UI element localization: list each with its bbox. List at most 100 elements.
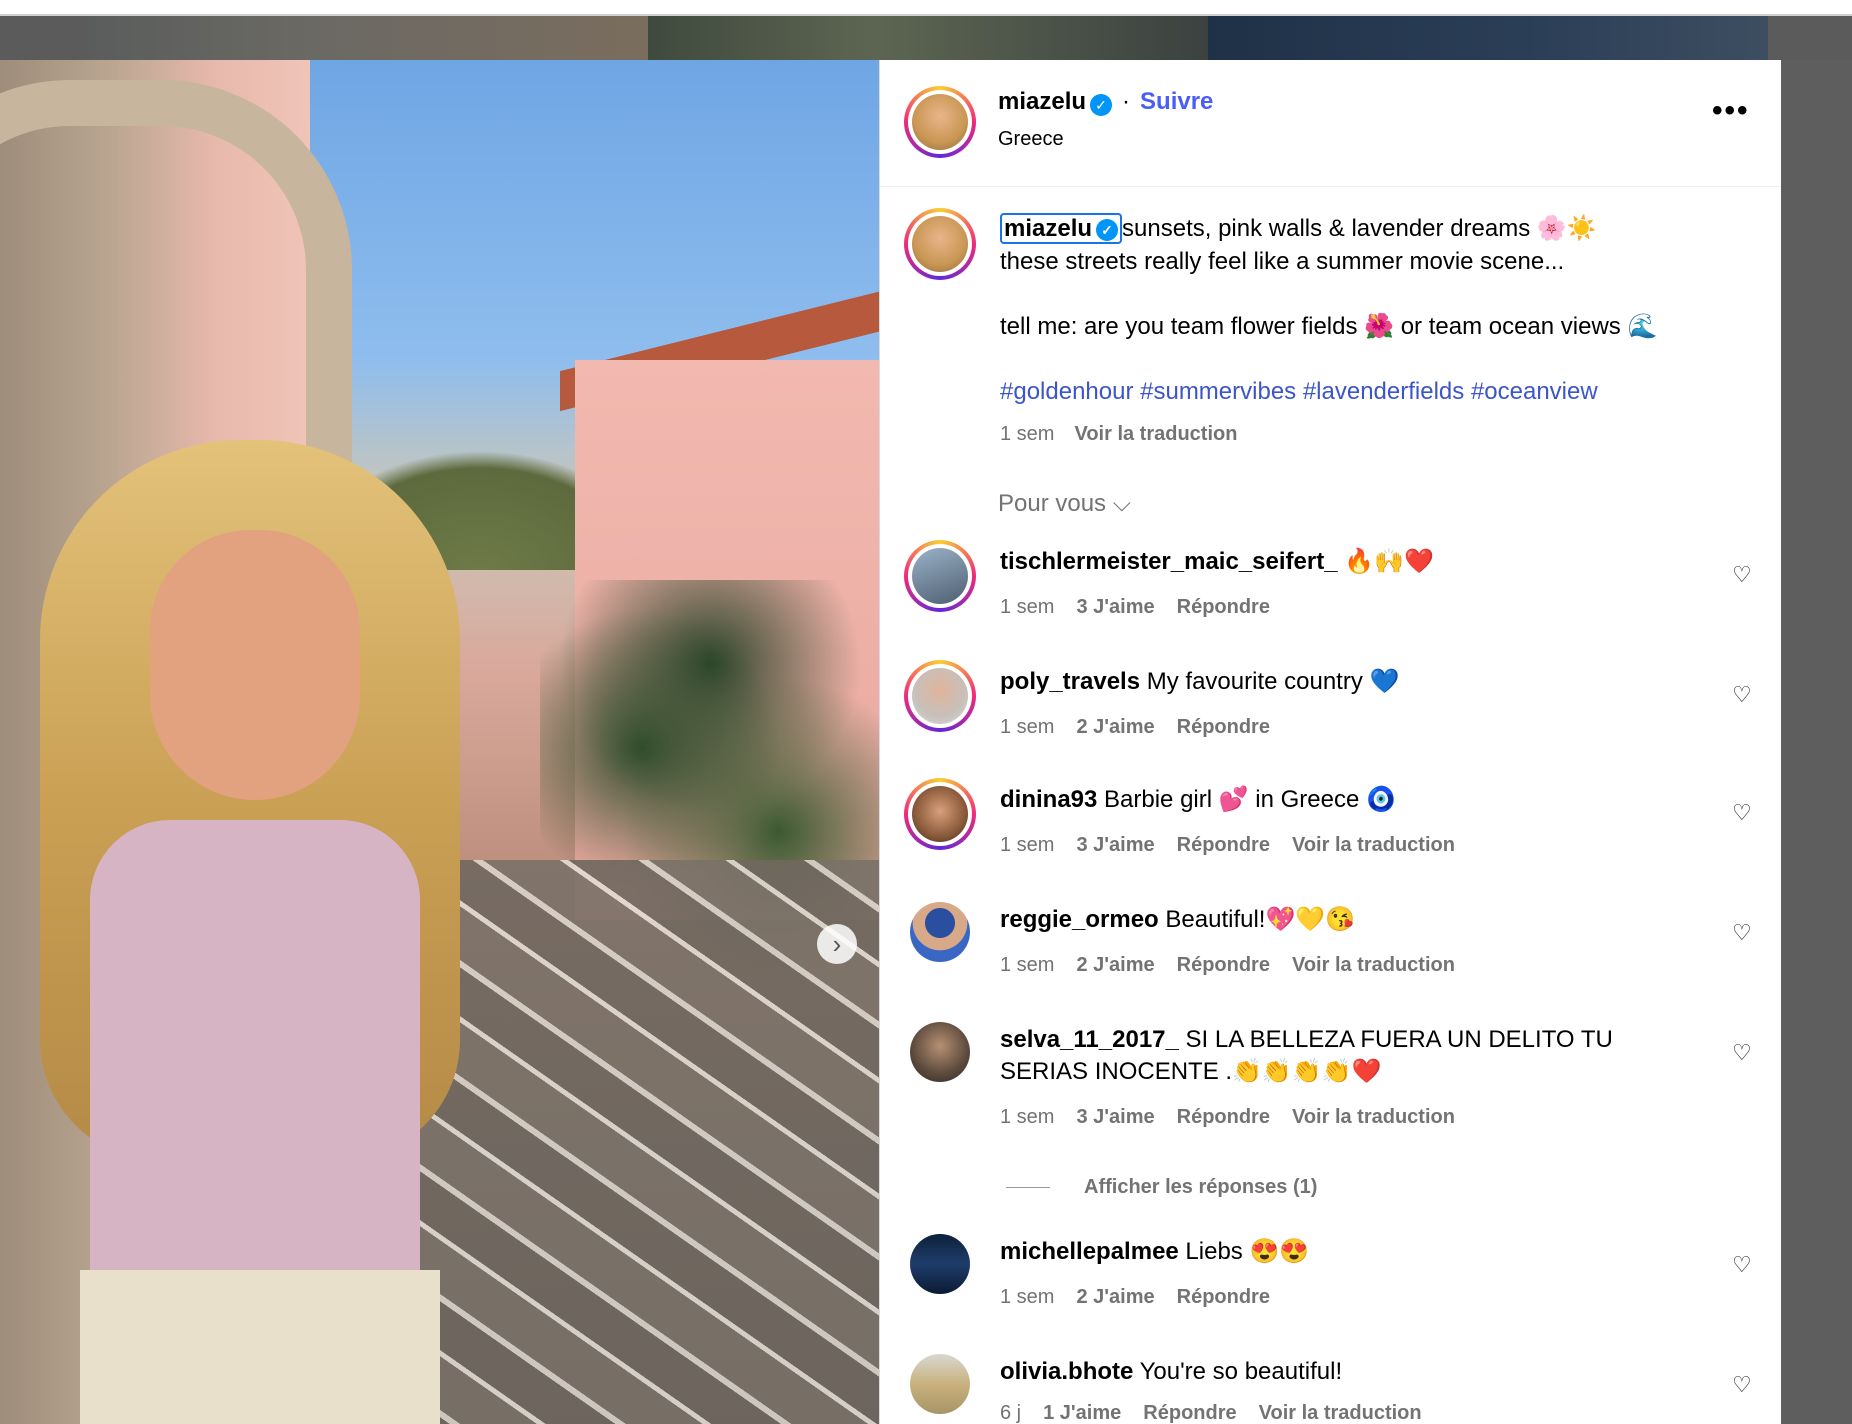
comment-username[interactable]: olivia.bhote: [1000, 1358, 1133, 1385]
comment-likes[interactable]: 3 J'aime: [1076, 596, 1154, 618]
comment-item: selva_11_2017_ SI LA BELLEZA FUERA UN DE…: [880, 1018, 1781, 1158]
like-heart-icon[interactable]: ♡: [1732, 800, 1752, 826]
comment-likes[interactable]: 2 J'aime: [1076, 716, 1154, 738]
caption-line: tell me: are you team flower fields 🌺 or…: [1000, 313, 1658, 340]
post-location[interactable]: Greece: [998, 128, 1064, 151]
caption-time[interactable]: 1 sem: [1000, 423, 1054, 445]
more-options-icon[interactable]: •••: [1712, 94, 1750, 128]
view-replies-button[interactable]: Afficher les réponses (1): [1006, 1176, 1317, 1199]
photo-top: [90, 820, 420, 1320]
post-caption: miazelu ✓ sunsets, pink walls & lavender d…: [1000, 212, 1740, 451]
comment-username[interactable]: michellepalmee: [1000, 1238, 1179, 1265]
overlay-backdrop[interactable]: [1780, 60, 1852, 1424]
like-heart-icon[interactable]: ♡: [1732, 920, 1752, 946]
comment-username[interactable]: selva_11_2017_: [1000, 1026, 1179, 1053]
translate-link[interactable]: Voir la traduction: [1074, 423, 1237, 445]
comment-meta: 1 sem 2 J'aime Répondre: [1000, 716, 1292, 739]
commenter-avatar[interactable]: [904, 540, 976, 612]
comment-likes[interactable]: 2 J'aime: [1076, 1286, 1154, 1308]
like-heart-icon[interactable]: ♡: [1732, 1252, 1752, 1278]
comment-username[interactable]: poly_travels: [1000, 668, 1140, 695]
translate-link[interactable]: Voir la traduction: [1292, 1106, 1455, 1128]
photo-skirt: [80, 1270, 440, 1424]
caption-username[interactable]: miazelu ✓: [1000, 213, 1123, 244]
reply-button[interactable]: Répondre: [1177, 954, 1270, 976]
comment-item: dinina93 Barbie girl 💕 in Greece 🧿 1 sem…: [880, 778, 1781, 878]
photo-face: [150, 530, 360, 800]
comment-item: tischlermeister_maic_seifert_ 🔥🙌❤️ 1 sem…: [880, 540, 1781, 640]
like-heart-icon[interactable]: ♡: [1732, 682, 1752, 708]
commenter-avatar[interactable]: [904, 660, 976, 732]
background-thumbnail: [648, 16, 1208, 60]
post-media[interactable]: ›: [0, 60, 879, 1424]
background-thumbnail: [88, 16, 648, 60]
caption-line: these streets really feel like a summer …: [1000, 248, 1565, 275]
reply-button[interactable]: Répondre: [1177, 1106, 1270, 1128]
commenter-avatar[interactable]: [910, 902, 970, 962]
comment-meta: 1 sem 2 J'aime Répondre Voir la traduction: [1000, 954, 1477, 977]
reply-button[interactable]: Répondre: [1177, 596, 1270, 618]
commenter-avatar[interactable]: [904, 778, 976, 850]
comment-username[interactable]: dinina93: [1000, 786, 1097, 813]
chevron-right-icon: ›: [832, 928, 842, 959]
caption-avatar[interactable]: [904, 208, 976, 280]
comments-panel: miazelu ✓ · Suivre Greece ••• miazelu ✓ sunse…: [879, 60, 1781, 1424]
translate-link[interactable]: Voir la traduction: [1292, 954, 1455, 976]
commenter-avatar[interactable]: [910, 1022, 970, 1082]
translate-link[interactable]: Voir la traduction: [1259, 1402, 1422, 1424]
reply-button[interactable]: Répondre: [1177, 716, 1270, 738]
caption-hashtags[interactable]: #goldenhour #summervibes #lavenderfields…: [1000, 375, 1740, 408]
commenter-avatar[interactable]: [910, 1234, 970, 1294]
comment-time[interactable]: 1 sem: [1000, 1286, 1054, 1308]
comment-text: selva_11_2017_ SI LA BELLEZA FUERA UN DE…: [1000, 1026, 1613, 1085]
comment-sort-dropdown[interactable]: Pour vous ⌵: [998, 490, 1131, 518]
like-heart-icon[interactable]: ♡: [1732, 1372, 1752, 1398]
comment-username[interactable]: reggie_ormeo: [1000, 906, 1159, 933]
comment-likes[interactable]: 2 J'aime: [1076, 954, 1154, 976]
reply-button[interactable]: Répondre: [1177, 834, 1270, 856]
next-slide-button[interactable]: ›: [817, 924, 857, 964]
browser-top-strip: [0, 0, 1852, 16]
comment-text: olivia.bhote You're so beautiful!: [1000, 1358, 1343, 1385]
post-header: miazelu ✓ · Suivre Greece •••: [880, 60, 1781, 187]
like-heart-icon[interactable]: ♡: [1732, 1040, 1752, 1066]
comment-time[interactable]: 6 j: [1000, 1402, 1021, 1424]
background-thumbnail: [1208, 16, 1768, 60]
comment-meta: 1 sem 3 J'aime Répondre: [1000, 596, 1292, 619]
separator-dot: ·: [1122, 88, 1131, 115]
comment-text: dinina93 Barbie girl 💕 in Greece 🧿: [1000, 786, 1396, 813]
comment-item: reggie_ormeo Beautiful!💖💛😘 1 sem 2 J'aime…: [880, 898, 1781, 998]
verified-badge-icon: ✓: [1090, 93, 1113, 116]
comment-meta: 1 sem 3 J'aime Répondre Voir la traduction: [1000, 1106, 1477, 1129]
comment-likes[interactable]: 3 J'aime: [1076, 1106, 1154, 1128]
author-avatar[interactable]: [904, 86, 976, 158]
like-heart-icon[interactable]: ♡: [1732, 562, 1752, 588]
comment-text: reggie_ormeo Beautiful!💖💛😘: [1000, 906, 1356, 933]
comment-time[interactable]: 1 sem: [1000, 1106, 1054, 1128]
comment-meta: 1 sem 3 J'aime Répondre Voir la traduction: [1000, 834, 1477, 857]
caption-line: sunsets, pink walls & lavender dreams 🌸☀…: [1122, 215, 1597, 242]
comment-text: michellepalmee Liebs 😍😍: [1000, 1238, 1310, 1265]
background-grid: [88, 16, 1768, 60]
comment-likes[interactable]: 3 J'aime: [1076, 834, 1154, 856]
translate-link[interactable]: Voir la traduction: [1292, 834, 1455, 856]
follow-button[interactable]: Suivre: [1140, 88, 1213, 115]
comment-text: poly_travels My favourite country 💙: [1000, 668, 1400, 695]
comment-time[interactable]: 1 sem: [1000, 834, 1054, 856]
reply-button[interactable]: Répondre: [1143, 1402, 1236, 1424]
verified-badge-icon: ✓: [1096, 218, 1119, 241]
comment-likes[interactable]: 1 J'aime: [1043, 1402, 1121, 1424]
comment-item: michellepalmee Liebs 😍😍 1 sem 2 J'aime Rép…: [880, 1230, 1781, 1330]
comment-meta: 6 j 1 J'aime Répondre Voir la traduction: [1000, 1402, 1444, 1424]
comment-time[interactable]: 1 sem: [1000, 596, 1054, 618]
comment-text: tischlermeister_maic_seifert_ 🔥🙌❤️: [1000, 548, 1434, 575]
reply-button[interactable]: Répondre: [1177, 1286, 1270, 1308]
comment-time[interactable]: 1 sem: [1000, 716, 1054, 738]
author-username[interactable]: miazelu: [998, 88, 1086, 115]
comment-time[interactable]: 1 sem: [1000, 954, 1054, 976]
comment-username[interactable]: tischlermeister_maic_seifert_: [1000, 548, 1338, 575]
comment-meta: 1 sem 2 J'aime Répondre: [1000, 1286, 1292, 1309]
commenter-avatar[interactable]: [910, 1354, 970, 1414]
caption-meta: 1 sem Voir la traduction: [1000, 418, 1740, 451]
photo-person: [20, 440, 480, 1424]
